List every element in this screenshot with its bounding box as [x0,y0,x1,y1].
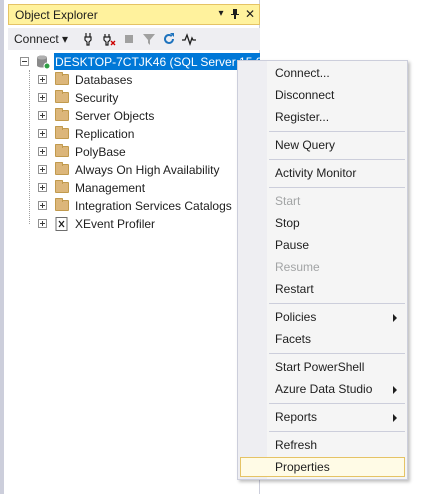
folder-icon [55,180,69,193]
menu-item-connect[interactable]: Connect... [240,63,405,83]
menu-item-register[interactable]: Register... [240,107,405,127]
menu-item-restart[interactable]: Restart [240,279,405,299]
tree-node-server-objects[interactable]: Server Objects [34,107,260,125]
menu-item-azure-data-studio[interactable]: Azure Data Studio [240,379,405,399]
menu-item-refresh[interactable]: Refresh [240,435,405,455]
tree-node-server[interactable]: DESKTOP-7CTJK46 (SQL Server 15.0.20 [18,53,260,71]
tree-node-xevent-profiler[interactable]: XEvent Profiler [34,215,260,233]
menu-item-resume: Resume [275,260,320,274]
tree-node-label: XEvent Profiler [75,217,156,231]
expand-icon[interactable] [38,219,47,228]
expand-icon[interactable] [38,129,47,138]
folder-icon [55,90,69,103]
panel-toolbar: Connect ▾ [8,28,260,50]
server-label: DESKTOP-7CTJK46 (SQL Server 15.0.20 [55,55,260,69]
expand-icon[interactable] [38,93,47,102]
tree-node-management[interactable]: Management [34,179,260,197]
folder-icon [55,162,69,175]
tree-node-label: Always On High Availability [75,163,220,177]
xevent-profiler-icon [55,217,69,234]
menu-item-policies[interactable]: Policies [240,307,405,327]
menu-item-disconnect[interactable]: Disconnect [240,85,405,105]
menu-separator [269,353,405,354]
filter-icon [141,31,157,47]
tree-node-label: Server Objects [75,109,155,123]
menu-item-facets[interactable]: Facets [240,329,405,349]
collapse-icon[interactable] [20,57,29,66]
context-menu: Connect... Disconnect Register... New Qu… [237,60,408,480]
menu-item-new-query[interactable]: New Query [240,135,405,155]
tree-node-label: Integration Services Catalogs [75,199,232,213]
menu-item-pause[interactable]: Pause [240,235,405,255]
menu-separator [269,187,405,188]
panel-title: Object Explorer [15,8,98,22]
folder-icon [55,72,69,85]
folder-icon [55,126,69,139]
expand-icon[interactable] [38,75,47,84]
connect-plug-icon[interactable] [81,31,97,47]
server-label-highlight: DESKTOP-7CTJK46 (SQL Server 15.0.20 [54,53,260,70]
pin-icon[interactable] [229,8,241,20]
tree-node-polybase[interactable]: PolyBase [34,143,260,161]
tree-node-databases[interactable]: Databases [34,71,260,89]
tree-node-security[interactable]: Security [34,89,260,107]
submenu-arrow-icon [393,386,397,394]
submenu-arrow-icon [393,314,397,322]
stop-icon [121,31,137,47]
menu-item-start: Start [275,194,301,208]
disconnect-icon[interactable] [101,31,117,47]
window-position-dropdown-icon[interactable]: ▾ [215,8,227,20]
menu-separator [269,431,405,432]
menu-item-properties[interactable]: Properties [240,457,405,477]
expand-icon[interactable] [38,147,47,156]
panel-titlebar: Object Explorer ▾ ✕ [8,4,260,25]
folder-icon [55,198,69,211]
folder-icon [55,108,69,121]
tree-node-label: Management [75,181,146,195]
expand-icon[interactable] [38,111,47,120]
menu-separator [269,403,405,404]
tree-node-label: Replication [75,127,135,141]
submenu-arrow-icon [393,414,397,422]
tree-node-replication[interactable]: Replication [34,125,260,143]
connect-button[interactable]: Connect ▾ [14,32,68,46]
menu-separator [269,159,405,160]
tree-node-integration-services[interactable]: Integration Services Catalogs [34,197,260,215]
folder-icon [55,144,69,157]
activity-monitor-icon[interactable] [181,31,197,47]
menu-item-stop[interactable]: Stop [240,213,405,233]
menu-item-activity-monitor[interactable]: Activity Monitor [240,163,405,183]
tree-node-label: Security [75,91,119,105]
menu-item-reports[interactable]: Reports [240,407,405,427]
expand-icon[interactable] [38,201,47,210]
menu-separator [269,131,405,132]
expand-icon[interactable] [38,165,47,174]
expand-icon[interactable] [38,183,47,192]
tree-node-label: Databases [75,73,133,87]
menu-item-start-powershell[interactable]: Start PowerShell [240,357,405,377]
tree-connector [29,70,30,224]
tree-node-label: PolyBase [75,145,126,159]
refresh-icon[interactable] [161,31,177,47]
object-explorer-panel: Object Explorer ▾ ✕ Connect ▾ DESKTOP-7C… [0,0,260,494]
close-icon[interactable]: ✕ [244,8,256,20]
menu-separator [269,303,405,304]
tree-node-always-on[interactable]: Always On High Availability [34,161,260,179]
